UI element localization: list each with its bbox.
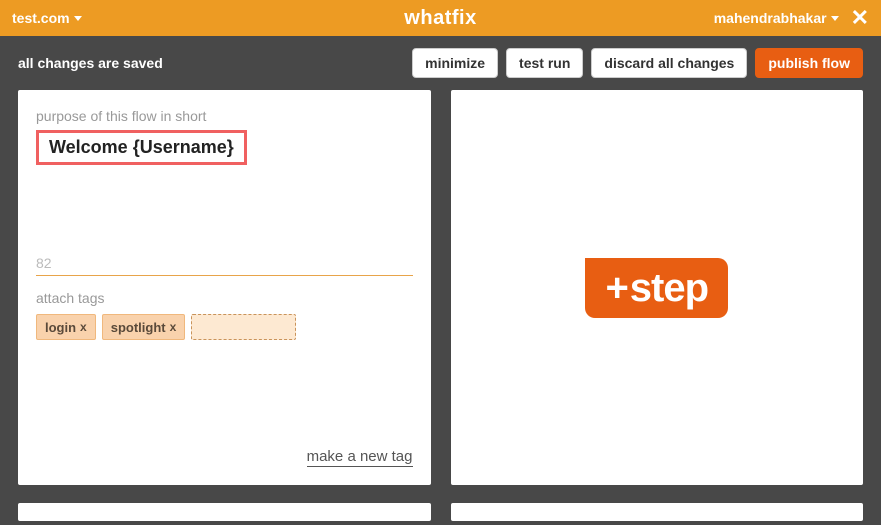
describe-panel: describe this flow bbox=[18, 503, 431, 521]
add-step-label: step bbox=[630, 268, 708, 308]
user-name: mahendrabhakar bbox=[714, 10, 827, 26]
left-panel: purpose of this flow in short Welcome {U… bbox=[18, 90, 431, 485]
flow-title-input[interactable]: Welcome {Username} bbox=[36, 130, 247, 165]
topbar-right: mahendrabhakar ✕ bbox=[714, 7, 869, 29]
char-counter: 82 bbox=[36, 255, 413, 276]
close-icon[interactable]: ✕ bbox=[851, 7, 869, 29]
new-tag-input[interactable] bbox=[191, 314, 296, 340]
test-run-button[interactable]: test run bbox=[506, 48, 583, 78]
right-stub-panel bbox=[451, 503, 864, 521]
toolbar-actions: minimize test run discard all changes pu… bbox=[412, 48, 863, 78]
chevron-down-icon bbox=[74, 16, 82, 21]
right-panel: + step bbox=[451, 90, 864, 485]
user-menu[interactable]: mahendrabhakar bbox=[714, 10, 839, 26]
tag-remove-icon[interactable]: x bbox=[80, 320, 87, 334]
tag-label: spotlight bbox=[111, 320, 166, 335]
tags-row: login x spotlight x bbox=[36, 314, 413, 340]
save-status: all changes are saved bbox=[18, 55, 163, 71]
site-dropdown[interactable]: test.com bbox=[12, 10, 82, 26]
tag-chip[interactable]: login x bbox=[36, 314, 96, 340]
plus-icon: + bbox=[605, 268, 627, 308]
site-name: test.com bbox=[12, 10, 70, 26]
purpose-label: purpose of this flow in short bbox=[36, 108, 413, 124]
brand-logo: whatfix bbox=[404, 7, 476, 30]
panels-row: purpose of this flow in short Welcome {U… bbox=[18, 90, 863, 485]
add-step-button[interactable]: + step bbox=[585, 258, 728, 318]
tag-remove-icon[interactable]: x bbox=[170, 320, 177, 334]
toolbar: all changes are saved minimize test run … bbox=[18, 36, 863, 90]
top-bar: test.com whatfix mahendrabhakar ✕ bbox=[0, 0, 881, 36]
second-row: describe this flow bbox=[18, 503, 863, 521]
make-new-tag-link[interactable]: make a new tag bbox=[307, 448, 413, 467]
content-area: all changes are saved minimize test run … bbox=[0, 36, 881, 525]
publish-button[interactable]: publish flow bbox=[755, 48, 863, 78]
chevron-down-icon bbox=[831, 16, 839, 21]
discard-button[interactable]: discard all changes bbox=[591, 48, 747, 78]
minimize-button[interactable]: minimize bbox=[412, 48, 498, 78]
tags-label: attach tags bbox=[36, 290, 413, 306]
tag-chip[interactable]: spotlight x bbox=[102, 314, 186, 340]
tag-label: login bbox=[45, 320, 76, 335]
